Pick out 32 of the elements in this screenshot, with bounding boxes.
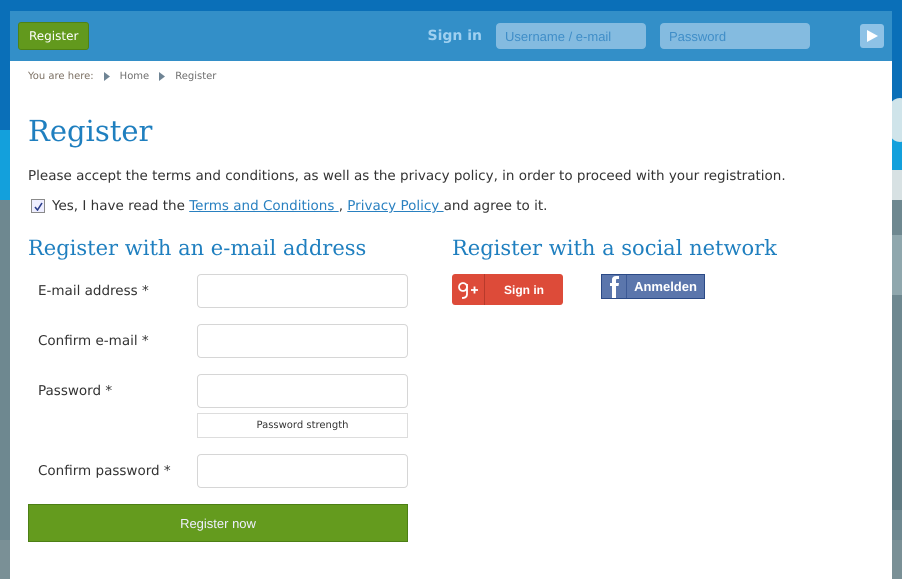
section-heading: Register with a social network [452,236,777,260]
google-sign-in-button[interactable]: Sign in [452,274,563,305]
field-label: Confirm e-mail * [37,332,150,349]
terms-link[interactable]: Terms and Conditions [189,198,339,214]
breadcrumb-link[interactable]: Register [175,71,216,82]
register-button[interactable]: Register [18,22,90,50]
sign-in-label: Sign in [427,28,482,44]
section-heading: Register with an e-mail address [28,236,368,260]
google-plus-icon [457,280,479,298]
username-field[interactable]: Username / e-mail [496,23,646,49]
page-title: Register [28,114,154,148]
chevron-icon [104,72,110,81]
intro-text: Please accept the terms and conditions, as well as the privacy policy, in order to proceed with your registration. [28,168,787,184]
field-label: Confirm password * [37,462,172,479]
consent-text: Yes, I have read the Terms and Conditions , Privacy Policy and agree to it. [52,198,548,214]
password-strength-meter: Password strength [197,413,408,438]
password-field[interactable]: Password [660,23,810,49]
consent-checkbox[interactable] [31,199,45,213]
input-field[interactable] [197,454,408,488]
privacy-link[interactable]: Privacy Policy [347,198,444,214]
facebook-login-button[interactable]: Anmelden [601,274,705,299]
chevron-icon [159,72,166,81]
input-field[interactable] [197,374,408,408]
register-now-button[interactable]: Register now [28,504,408,542]
field-label: E-mail address * [37,282,150,299]
breadcrumb-link[interactable]: Home [120,71,150,82]
input-field[interactable] [197,324,408,358]
input-field[interactable] [197,274,408,308]
breadcrumb-label: You are here: [28,71,94,82]
play-icon [866,30,878,42]
submit-button[interactable] [860,24,884,48]
field-label: Password * [37,382,114,399]
